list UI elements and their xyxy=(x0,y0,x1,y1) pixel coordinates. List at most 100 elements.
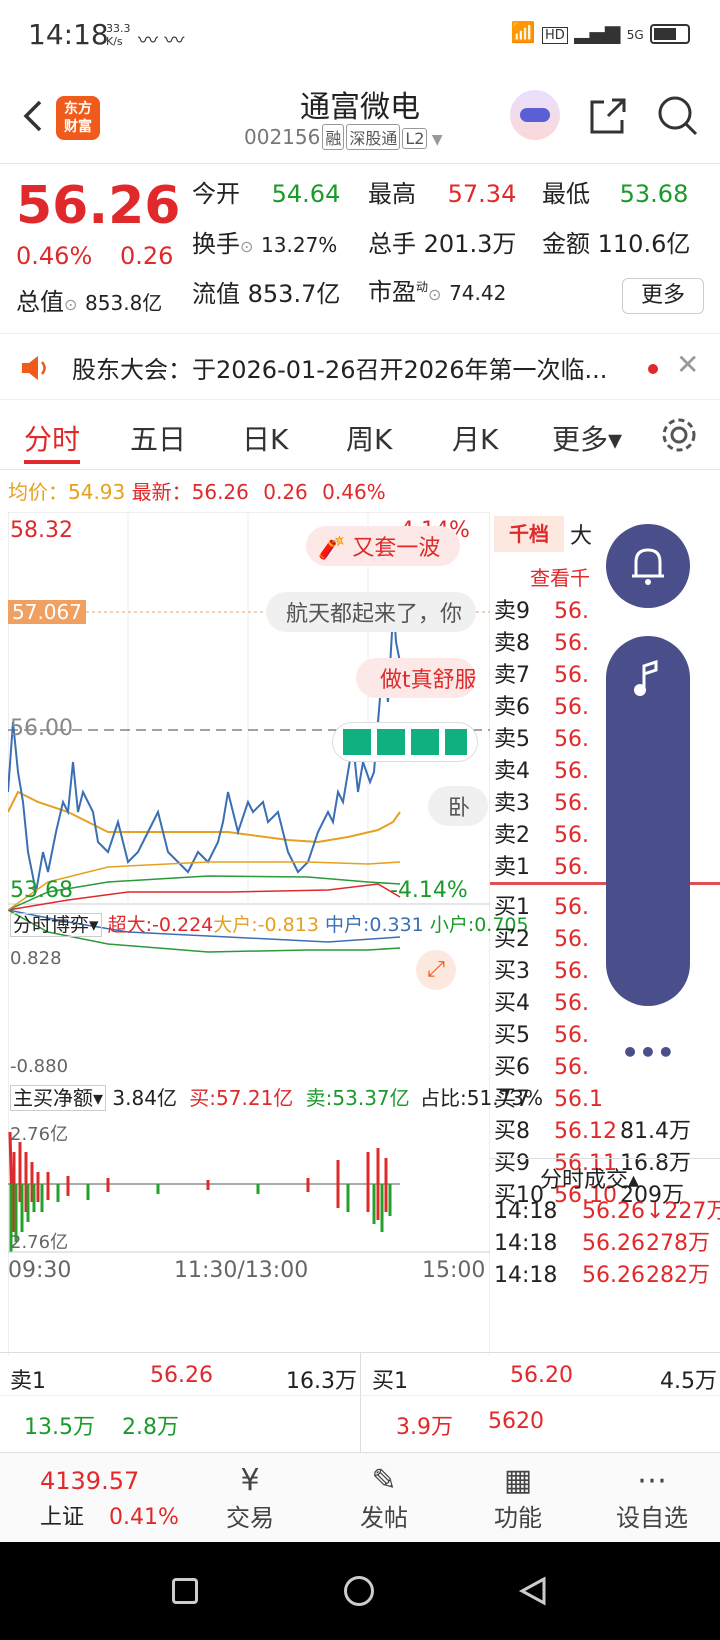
ask-price: 56. xyxy=(554,759,589,784)
index-name: 上证 xyxy=(40,1505,85,1530)
back-nav-icon[interactable] xyxy=(518,1576,548,1606)
search-icon[interactable] xyxy=(656,94,700,138)
quote-panel: 56.26 0.46% 0.26 总值⊙ 853.8亿 今开 54.64 最高 … xyxy=(0,164,720,334)
tag-margin: 融 xyxy=(322,124,345,150)
close-icon[interactable]: ✕ xyxy=(676,348,699,381)
nav-trade[interactable]: ¥ 交易 xyxy=(200,1463,300,1533)
music-note-icon xyxy=(634,660,658,696)
tab-daily-k[interactable]: 日K xyxy=(242,418,288,458)
volume-row: 总手 201.3万 xyxy=(368,224,516,259)
ask-price: 56. xyxy=(554,631,589,656)
home-icon[interactable] xyxy=(344,1576,374,1606)
trade-vol-a: 13.5万 xyxy=(24,1415,95,1440)
nav-post-label: 发帖 xyxy=(360,1504,408,1532)
trade-vol: 282万 xyxy=(646,1263,710,1288)
nav-function-label: 功能 xyxy=(494,1504,542,1532)
bid1-label: 买1 xyxy=(372,1369,408,1394)
info-icon[interactable]: ⊙ xyxy=(428,285,441,304)
bid1-vol: 4.5万 xyxy=(660,1369,717,1394)
trade-time: 14:18 xyxy=(494,1231,558,1256)
turnover-value: 13.27% xyxy=(261,233,338,257)
intraday-chart[interactable]: 58.32 4.14% 57.067 56.00 53.68 -4.14% 🧨 … xyxy=(7,511,543,1358)
tab-large[interactable]: 大 xyxy=(570,518,592,550)
comment-bubble[interactable]: 卧 xyxy=(428,786,488,826)
mid-price-label: 56.00 xyxy=(10,716,73,741)
ask1-price: 56.26 xyxy=(150,1363,213,1388)
bid-row: 买8 56.12 81.4万 xyxy=(494,1116,704,1148)
tab-5day[interactable]: 五日 xyxy=(130,418,186,458)
stock-code: 002156 xyxy=(244,125,321,149)
bid-label: 买3 xyxy=(494,959,530,984)
tab-intraday[interactable]: 分时 xyxy=(24,418,80,458)
ask-row: 卖7 56. xyxy=(494,660,604,692)
amount-value: 110.6亿 xyxy=(597,230,691,258)
music-panel[interactable] xyxy=(606,636,690,1006)
comment-bubble[interactable]: 航天都起来了，你 xyxy=(266,592,476,632)
expand-icon[interactable]: ⤢ xyxy=(416,950,456,990)
info-icon[interactable]: ⊙ xyxy=(240,237,253,256)
tab-thousand-level[interactable]: 千档 xyxy=(494,516,564,552)
ask-label: 卖5 xyxy=(494,727,530,752)
mktcap-label: 总值 xyxy=(16,288,64,316)
tag-connect: 深股通 xyxy=(346,124,401,150)
pe-label: 市盈 xyxy=(368,278,416,306)
signal-icon: ▂▄▆ xyxy=(574,20,621,44)
trade-vol: 278万 xyxy=(646,1231,710,1256)
settings-gear-icon[interactable] xyxy=(660,416,698,454)
float-row: 流值 853.7亿 xyxy=(192,274,340,309)
bobo-label: 分时博弈 xyxy=(13,914,90,936)
time-start: 09:30 xyxy=(8,1258,72,1283)
bobo-select[interactable]: 分时博弈▾ xyxy=(10,913,102,937)
trades-title[interactable]: 分时成交▴ xyxy=(540,1162,639,1194)
ask-label: 卖4 xyxy=(494,759,530,784)
amount-row: 金额 110.6亿 xyxy=(542,224,690,259)
index-widget[interactable]: 4139.57 上证 0.41% xyxy=(40,1467,180,1531)
comment-bubble[interactable] xyxy=(332,722,478,762)
latest-label: 最新： xyxy=(131,480,192,504)
tab-more[interactable]: 更多▾ xyxy=(552,418,622,458)
recents-icon[interactable] xyxy=(172,1578,198,1604)
level1-quote: 卖1 56.26 16.3万 买1 56.20 4.5万 13.5万 2.8万 … xyxy=(0,1352,720,1453)
bid-label: 买7 xyxy=(494,1087,530,1112)
ask-price: 56. xyxy=(554,791,589,816)
status-time: 14:18 xyxy=(28,18,109,51)
ask-row: 卖1 56. xyxy=(494,852,604,884)
yen-icon: ¥ xyxy=(240,1463,260,1498)
assistant-avatar-icon[interactable] xyxy=(510,90,560,140)
5g-icon: 5G xyxy=(626,28,644,42)
index-pct: 0.41% xyxy=(109,1505,179,1530)
open-value: 54.64 xyxy=(271,180,341,208)
nav-post[interactable]: ✎ 发帖 xyxy=(334,1463,434,1533)
tab-monthly-k[interactable]: 月K xyxy=(452,418,498,458)
info-icon[interactable]: ⊙ xyxy=(64,295,77,314)
bid-row: 买7 56.1 xyxy=(494,1084,704,1116)
comment-bubble[interactable]: 🧨 又套一波 xyxy=(306,526,461,566)
stock-code-line: 002156 融深股通 L2 ▼ xyxy=(244,124,443,150)
y-min-label: 53.68 xyxy=(10,878,73,903)
volume-value: 201.3万 xyxy=(423,230,517,258)
net-buy-select[interactable]: 主买净额▾ xyxy=(10,1085,107,1111)
notice-bar[interactable]: 股东大会：于2026-01-26召开2026年第一次临... ✕ xyxy=(0,334,720,400)
nav-watchlist[interactable]: ⋯ 设自选 xyxy=(602,1463,702,1533)
trade-vol-c: 3.9万 xyxy=(396,1415,453,1440)
net-value: 3.84亿 xyxy=(112,1086,177,1110)
nav-function[interactable]: ▦ 功能 xyxy=(468,1463,568,1533)
bid-price: 56.12 xyxy=(554,1119,617,1144)
dropdown-icon[interactable]: ▼ xyxy=(427,132,443,148)
tab-weekly-k[interactable]: 周K xyxy=(346,418,392,458)
trade-vol: ↓227万 xyxy=(646,1199,720,1224)
alert-bell-button[interactable] xyxy=(606,524,690,608)
ask-row: 卖6 56. xyxy=(494,692,604,724)
ask-label: 卖8 xyxy=(494,631,530,656)
more-dots-icon[interactable]: ••• xyxy=(606,1036,690,1069)
bid-label: 买2 xyxy=(494,927,530,952)
trade-price: 56.26 xyxy=(582,1263,645,1288)
high-label: 最高 xyxy=(368,180,416,208)
speaker-icon xyxy=(22,356,46,380)
ask-row: 卖3 56. xyxy=(494,788,604,820)
more-button[interactable]: 更多 xyxy=(622,278,704,314)
mktcap-value: 853.8亿 xyxy=(85,291,163,315)
view-thousand-link[interactable]: 查看千 xyxy=(530,562,590,591)
comment-bubble[interactable]: 做t真舒服 xyxy=(356,658,476,698)
share-icon[interactable] xyxy=(586,94,630,138)
